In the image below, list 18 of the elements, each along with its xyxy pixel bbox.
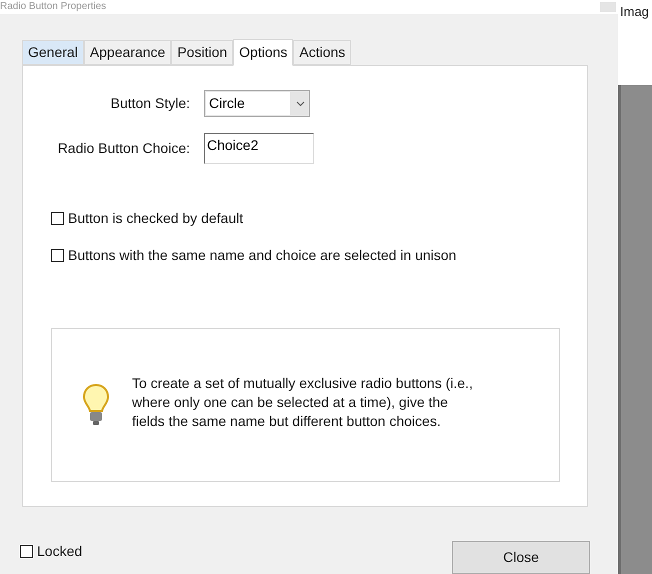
checkbox[interactable]: Locked [20,541,82,562]
background-window-title: Imag [620,4,649,19]
choice-input-field[interactable]: Choice2 [204,133,314,164]
window-title: Radio Button Properties [0,0,106,13]
lightbulb-icon [82,383,110,428]
tab[interactable]: Appearance [84,40,172,66]
chevron-down-icon [296,100,305,107]
tab[interactable]: General [22,40,84,66]
button-style-dropdown[interactable]: Circle [204,90,310,118]
field-label: Button Style: [110,94,190,114]
tip-text: To create a set of mutually exclusive radio buttons (i.e., where only one can be selected at a time), give the fields the same name but different button choices. [132,374,474,431]
checkbox[interactable]: Button is checked by default [51,208,587,230]
field-label: Radio Button Choice: [56,139,190,158]
tab[interactable]: Options [233,39,294,66]
checkbox[interactable]: Buttons with the same name and choice are selected in unison [51,245,587,266]
tab[interactable]: Actions [293,40,352,66]
tab[interactable]: Position [171,40,234,66]
close-button[interactable]: Close [452,541,590,574]
